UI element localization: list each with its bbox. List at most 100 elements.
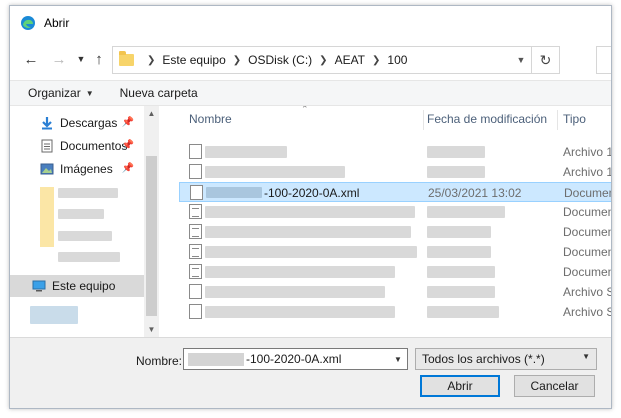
sidebar-item-label: Este equipo bbox=[52, 279, 116, 293]
file-icon bbox=[189, 304, 202, 319]
sidebar-item-este-equipo[interactable]: Este equipo bbox=[10, 275, 144, 297]
pin-icon[interactable]: 📌 bbox=[122, 163, 134, 174]
file-name: -100-2020-0A.xml bbox=[264, 186, 360, 200]
navigation-pane-scrollbar[interactable]: ▲ ▼ bbox=[144, 106, 159, 337]
blurred-file-name bbox=[205, 146, 287, 158]
column-header-type[interactable]: Tipo bbox=[563, 106, 586, 132]
table-row[interactable]: Archivo S bbox=[179, 282, 612, 302]
breadcrumb-separator-icon[interactable]: ❯ bbox=[372, 55, 380, 66]
table-row[interactable]: Documen bbox=[179, 262, 612, 282]
breadcrumb-este-equipo[interactable]: Este equipo bbox=[162, 53, 225, 67]
cancel-button[interactable]: Cancelar bbox=[514, 375, 595, 397]
open-button[interactable]: Abrir bbox=[420, 375, 500, 397]
breadcrumb-separator-icon[interactable]: ❯ bbox=[233, 55, 241, 66]
edge-browser-icon bbox=[21, 15, 35, 30]
blurred-file-name bbox=[205, 166, 345, 178]
column-divider[interactable] bbox=[557, 110, 558, 130]
column-divider[interactable] bbox=[423, 110, 424, 130]
breadcrumb-aeat[interactable]: AEAT bbox=[335, 53, 365, 67]
sort-ascending-icon: ⌃ bbox=[301, 106, 309, 114]
forward-arrow-icon[interactable]: → bbox=[48, 48, 70, 70]
blurred-file-name bbox=[188, 353, 244, 366]
command-toolbar: Organizar ▼ Nueva carpeta bbox=[10, 80, 611, 106]
folder-icon bbox=[119, 51, 134, 66]
open-file-dialog: Abrir ← → ▼ ↑ ❯ Este equipo ❯ OSDisk (C:… bbox=[9, 5, 612, 409]
file-type-filter-value: Todos los archivos (*.*) bbox=[422, 352, 545, 366]
organize-button[interactable]: Organizar ▼ bbox=[28, 86, 94, 100]
blurred-file-date bbox=[427, 166, 485, 178]
scroll-down-icon[interactable]: ▼ bbox=[144, 322, 159, 337]
sidebar-item-imagenes[interactable]: Imágenes 📌 bbox=[10, 158, 144, 180]
blurred-file-date bbox=[427, 226, 491, 238]
refresh-icon[interactable]: ↻ bbox=[531, 47, 559, 73]
blurred-sidebar-item bbox=[30, 306, 78, 324]
breadcrumb-separator-icon[interactable]: ❯ bbox=[147, 55, 155, 66]
sidebar-item-label: Descargas bbox=[60, 116, 118, 130]
blurred-folder-icons bbox=[40, 187, 54, 247]
back-arrow-icon[interactable]: ← bbox=[20, 48, 42, 70]
documents-icon bbox=[41, 139, 53, 153]
address-dropdown-icon[interactable]: ▼ bbox=[513, 52, 529, 68]
breadcrumb-separator-icon[interactable]: ❯ bbox=[319, 55, 327, 66]
pin-icon[interactable]: 📌 bbox=[122, 117, 134, 128]
blurred-file-name bbox=[206, 187, 262, 198]
chevron-down-icon[interactable]: ▼ bbox=[389, 349, 407, 369]
title-bar: Abrir bbox=[10, 6, 611, 39]
blurred-file-date bbox=[427, 246, 491, 258]
breadcrumb-100[interactable]: 100 bbox=[387, 53, 407, 67]
file-icon bbox=[189, 284, 202, 299]
up-arrow-icon[interactable]: ↑ bbox=[88, 48, 110, 70]
file-icon bbox=[189, 144, 202, 159]
blurred-file-name bbox=[205, 246, 417, 258]
file-type: Documen bbox=[563, 245, 612, 259]
file-type: Archivo 1 bbox=[563, 165, 612, 179]
file-name-field[interactable]: -100-2020-0A.xml ▼ bbox=[183, 348, 408, 370]
scrollbar-thumb[interactable] bbox=[146, 156, 157, 316]
computer-icon bbox=[32, 280, 46, 292]
blurred-file-date bbox=[427, 306, 499, 318]
address-bar[interactable]: ❯ Este equipo ❯ OSDisk (C:) ❯ AEAT ❯ 100… bbox=[112, 46, 560, 74]
blurred-file-date bbox=[427, 286, 495, 298]
file-type: Documen bbox=[564, 186, 612, 200]
table-row[interactable]: Documen bbox=[179, 222, 612, 242]
new-folder-button[interactable]: Nueva carpeta bbox=[120, 86, 198, 100]
search-input[interactable] bbox=[596, 46, 611, 74]
download-icon bbox=[42, 117, 52, 130]
organize-label: Organizar bbox=[28, 86, 81, 100]
blurred-sidebar-item bbox=[58, 209, 104, 219]
file-date: 25/03/2021 13:02 bbox=[428, 186, 522, 200]
table-row[interactable]: Documen bbox=[179, 202, 611, 222]
scroll-up-icon[interactable]: ▲ bbox=[144, 106, 159, 121]
file-icon bbox=[189, 164, 202, 179]
file-type: Archivo 1 bbox=[563, 145, 612, 159]
blurred-file-date bbox=[427, 266, 495, 278]
file-name-label: Nombre: bbox=[136, 354, 183, 368]
blurred-file-name bbox=[205, 306, 395, 318]
navigation-pane: Descargas 📌 Documentos 📌 Imágenes 📌 Este… bbox=[10, 106, 144, 337]
table-row[interactable]: -100-2020-0A.xml 25/03/2021 13:02 Docume… bbox=[179, 182, 612, 202]
column-header-name[interactable]: Nombre bbox=[189, 106, 232, 132]
table-row[interactable]: Documen bbox=[179, 242, 612, 262]
file-name-value: -100-2020-0A.xml bbox=[246, 352, 342, 366]
table-row[interactable]: Archivo S bbox=[179, 302, 612, 322]
document-icon bbox=[189, 244, 202, 259]
breadcrumb-osdisk[interactable]: OSDisk (C:) bbox=[248, 53, 312, 67]
file-type-filter-select[interactable]: Todos los archivos (*.*) ▼ bbox=[415, 348, 597, 370]
navigation-bar: ← → ▼ ↑ ❯ Este equipo ❯ OSDisk (C:) ❯ AE… bbox=[10, 44, 611, 74]
column-header-date[interactable]: Fecha de modificación bbox=[427, 106, 547, 132]
pin-icon[interactable]: 📌 bbox=[122, 140, 134, 151]
file-type: Documen bbox=[563, 265, 612, 279]
sidebar-item-descargas[interactable]: Descargas 📌 bbox=[10, 112, 144, 134]
sidebar-item-label: Documentos bbox=[60, 139, 128, 153]
file-type: Archivo S bbox=[563, 285, 612, 299]
blurred-file-name bbox=[205, 206, 415, 218]
blurred-file-name bbox=[205, 286, 385, 298]
chevron-down-icon: ▼ bbox=[582, 352, 590, 361]
blurred-sidebar-item bbox=[58, 231, 112, 241]
file-type: Archivo S bbox=[563, 305, 612, 319]
table-row[interactable]: Archivo 1 bbox=[179, 142, 612, 162]
blurred-file-name bbox=[205, 226, 411, 238]
table-row[interactable]: Archivo 1 bbox=[179, 162, 612, 182]
sidebar-item-documentos[interactable]: Documentos 📌 bbox=[10, 135, 144, 157]
file-type: Documen bbox=[563, 225, 612, 239]
